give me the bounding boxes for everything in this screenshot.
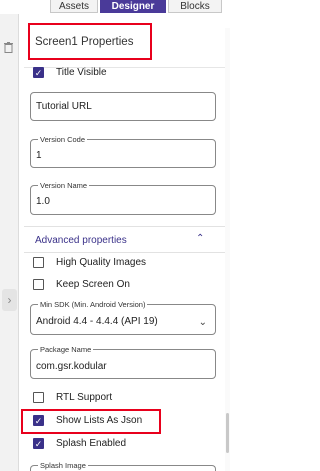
advanced-properties-toggle[interactable]: Advanced properties bbox=[35, 235, 127, 246]
chevron-right-icon[interactable]: › bbox=[2, 289, 17, 311]
components-panel-edge: › bbox=[0, 14, 19, 471]
title-visible-label: Title Visible bbox=[56, 67, 107, 78]
version-code-legend: Version Code bbox=[38, 135, 88, 144]
properties-panel: Screen1 Properties ✓ Title Visible Tutor… bbox=[21, 14, 230, 471]
package-name-legend: Package Name bbox=[38, 345, 94, 354]
rtl-support-label: RTL Support bbox=[56, 392, 113, 403]
trash-icon[interactable] bbox=[4, 42, 13, 53]
highlight-box bbox=[21, 409, 161, 434]
version-code-field[interactable]: Version Code 1 bbox=[30, 135, 216, 168]
package-name-field[interactable]: Package Name com.gsr.kodular bbox=[30, 345, 216, 379]
title-visible-checkbox[interactable]: ✓ bbox=[33, 67, 44, 78]
version-name-field[interactable]: Version Name 1.0 bbox=[30, 181, 216, 215]
chevron-down-icon: ⌄ bbox=[198, 317, 207, 328]
tab-designer[interactable]: Designer bbox=[100, 0, 166, 13]
high-quality-images-label: High Quality Images bbox=[56, 257, 147, 268]
section-divider bbox=[24, 252, 230, 253]
version-name-legend: Version Name bbox=[38, 181, 90, 190]
keep-screen-on-label: Keep Screen On bbox=[56, 279, 130, 290]
splash-image-field[interactable]: Splash Image bbox=[30, 461, 216, 471]
package-name-value: com.gsr.kodular bbox=[36, 361, 107, 372]
version-name-value: 1.0 bbox=[36, 196, 50, 207]
tutorial-url-placeholder: Tutorial URL bbox=[36, 101, 92, 112]
section-divider bbox=[24, 226, 230, 227]
min-sdk-select[interactable]: Min SDK (Min. Android Version) Android 4… bbox=[30, 300, 216, 335]
splash-image-legend: Splash Image bbox=[38, 461, 88, 470]
high-quality-images-checkbox[interactable] bbox=[33, 257, 44, 268]
chevron-up-icon[interactable]: ⌃ bbox=[196, 233, 204, 244]
editor-tab-bar: Assets Designer Blocks bbox=[0, 0, 230, 14]
rtl-support-checkbox[interactable] bbox=[33, 392, 44, 403]
scrollbar[interactable] bbox=[225, 28, 230, 471]
keep-screen-on-checkbox[interactable] bbox=[33, 279, 44, 290]
tab-assets[interactable]: Assets bbox=[50, 0, 98, 13]
splash-enabled-checkbox[interactable]: ✓ bbox=[33, 438, 44, 449]
highlight-box bbox=[28, 23, 152, 60]
tutorial-url-field[interactable]: Tutorial URL bbox=[30, 92, 216, 121]
tab-blocks[interactable]: Blocks bbox=[168, 0, 222, 13]
splash-enabled-label: Splash Enabled bbox=[56, 438, 127, 449]
min-sdk-legend: Min SDK (Min. Android Version) bbox=[38, 300, 148, 309]
scrollbar-thumb[interactable] bbox=[226, 413, 229, 453]
min-sdk-value: Android 4.4 - 4.4.4 (API 19) bbox=[36, 316, 158, 327]
version-code-value: 1 bbox=[36, 150, 42, 161]
